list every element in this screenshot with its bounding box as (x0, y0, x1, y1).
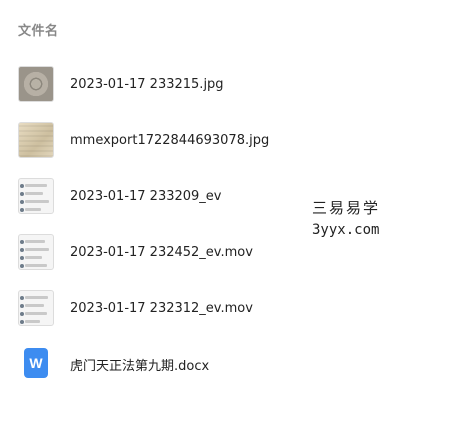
file-name: mmexport1722844693078.jpg (70, 132, 270, 148)
video-thumbnail-icon (18, 290, 54, 326)
file-name: 虎门天正法第九期.docx (70, 358, 210, 374)
image-thumbnail-icon (18, 66, 54, 102)
word-doc-letter: W (24, 348, 48, 378)
video-thumbnail-icon (18, 234, 54, 270)
file-row[interactable]: W 虎门天正法第九期.docx (0, 336, 471, 392)
video-thumbnail-icon (18, 178, 54, 214)
watermark-line1: 三易易学 (312, 199, 381, 217)
image-thumbnail-icon (18, 122, 54, 158)
file-row[interactable]: 2023-01-17 232312_ev.mov (0, 280, 471, 336)
watermark-line2: 3yyx.com (312, 222, 380, 238)
file-name: 2023-01-17 232312_ev.mov (70, 300, 253, 316)
file-name: 2023-01-17 233215.jpg (70, 76, 224, 92)
file-name: 2023-01-17 233209_ev (70, 188, 222, 204)
file-row[interactable]: mmexport1722844693078.jpg (0, 112, 471, 168)
file-row[interactable]: 2023-01-17 233215.jpg (0, 56, 471, 112)
watermark: 三易易学 3yyx.com (312, 197, 432, 241)
word-doc-icon: W (18, 346, 54, 382)
file-name: 2023-01-17 232452_ev.mov (70, 244, 253, 260)
